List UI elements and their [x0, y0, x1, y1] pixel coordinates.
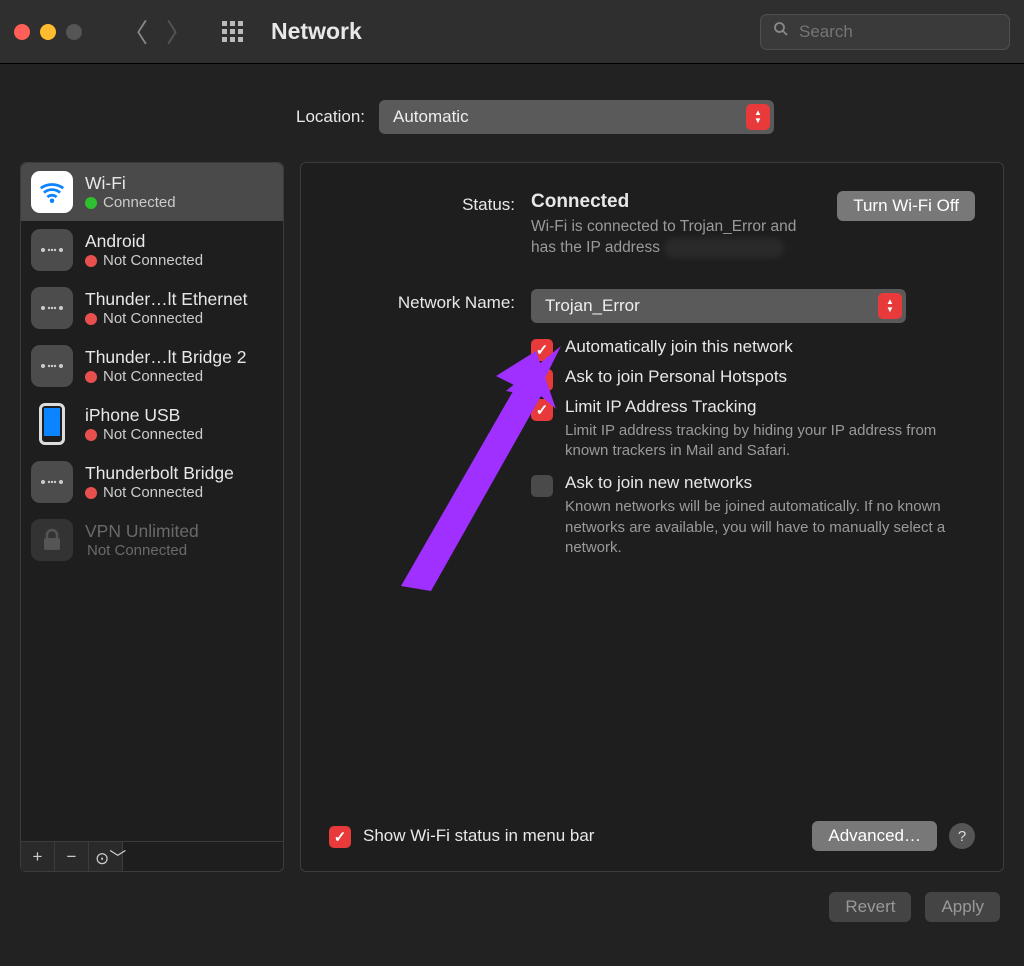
nav-arrows: 〈 〉 [122, 13, 192, 50]
location-value: Automatic [393, 107, 469, 127]
lock-icon [31, 519, 73, 561]
network-name-label: Network Name: [301, 289, 531, 313]
revert-button[interactable]: Revert [829, 892, 911, 922]
service-status: Connected [85, 194, 176, 212]
service-item-android[interactable]: Android Not Connected [21, 221, 283, 279]
close-window-button[interactable] [14, 24, 30, 40]
checkbox-description: Known networks will be joined automatica… [565, 497, 955, 558]
window-footer: Revert Apply [0, 872, 1024, 942]
remove-service-button[interactable]: − [55, 842, 89, 871]
search-icon [773, 21, 789, 42]
service-item-iphone-usb[interactable]: iPhone USB Not Connected [21, 395, 283, 453]
service-status: Not Connected [85, 368, 246, 386]
iphone-icon [39, 403, 65, 445]
minimize-window-button[interactable] [40, 24, 56, 40]
maximize-window-button[interactable] [66, 24, 82, 40]
checkbox-auto-join[interactable] [531, 339, 553, 361]
checkbox-limit-ip[interactable] [531, 399, 553, 421]
service-actions-button[interactable]: ⊙﹀ [89, 842, 123, 871]
checkbox-show-menubar[interactable] [329, 826, 351, 848]
add-service-button[interactable]: + [21, 842, 55, 871]
checkbox-ask-new[interactable] [531, 475, 553, 497]
wifi-icon [31, 171, 73, 213]
service-status: Not Connected [85, 310, 247, 328]
advanced-button[interactable]: Advanced… [812, 821, 937, 851]
service-name: Wi-Fi [85, 173, 176, 194]
window-title: Network [271, 18, 362, 45]
service-name: VPN Unlimited [85, 521, 199, 542]
service-item-tb-bridge2[interactable]: Thunder…lt Bridge 2 Not Connected [21, 337, 283, 395]
service-name: Thunder…lt Bridge 2 [85, 347, 246, 368]
location-label: Location: [250, 107, 365, 127]
ethernet-icon [31, 287, 73, 329]
service-item-wifi[interactable]: Wi-Fi Connected [21, 163, 283, 221]
service-sidebar: Wi-Fi Connected Android Not Connected [20, 162, 284, 872]
service-item-vpn[interactable]: VPN Unlimited Not Connected [21, 511, 283, 569]
help-button[interactable]: ? [949, 823, 975, 849]
service-name: Thunder…lt Ethernet [85, 289, 247, 310]
location-select[interactable]: Automatic ▲▼ [379, 100, 774, 134]
service-name: iPhone USB [85, 405, 203, 426]
service-list: Wi-Fi Connected Android Not Connected [21, 163, 283, 841]
status-description: Wi-Fi is connected to Trojan_Error and h… [531, 217, 817, 259]
checkbox-ask-hotspot[interactable] [531, 369, 553, 391]
wifi-toggle-button[interactable]: Turn Wi-Fi Off [837, 191, 975, 221]
search-field[interactable] [760, 14, 1010, 50]
titlebar: 〈 〉 Network [0, 0, 1024, 64]
checkbox-label: Show Wi-Fi status in menu bar [363, 826, 800, 846]
checkbox-label: Limit IP Address Tracking [565, 397, 955, 417]
stepper-icon: ▲▼ [878, 293, 902, 319]
ethernet-icon [31, 461, 73, 503]
service-status: Not Connected [85, 252, 203, 270]
detail-panel: Status: Connected Wi-Fi is connected to … [300, 162, 1004, 872]
network-name-select[interactable]: Trojan_Error ▲▼ [531, 289, 906, 323]
sidebar-footer: + − ⊙﹀ [21, 841, 283, 871]
service-name: Thunderbolt Bridge [85, 463, 234, 484]
checkbox-label: Ask to join Personal Hotspots [565, 367, 787, 387]
checkbox-description: Limit IP address tracking by hiding your… [565, 421, 955, 462]
forward-button[interactable]: 〉 [166, 13, 192, 50]
show-all-icon[interactable] [222, 21, 243, 42]
search-input[interactable] [797, 21, 997, 43]
service-item-tb-ethernet[interactable]: Thunder…lt Ethernet Not Connected [21, 279, 283, 337]
ethernet-icon [31, 229, 73, 271]
stepper-icon: ▲▼ [746, 104, 770, 130]
apply-button[interactable]: Apply [925, 892, 1000, 922]
ethernet-icon [31, 345, 73, 387]
status-dot-red [85, 255, 97, 267]
network-name-value: Trojan_Error [545, 296, 640, 316]
status-label: Status: [301, 191, 531, 215]
checkbox-label: Automatically join this network [565, 337, 793, 357]
checkbox-label: Ask to join new networks [565, 473, 955, 493]
status-dot-green [85, 197, 97, 209]
back-button[interactable]: 〈 [122, 13, 148, 50]
service-name: Android [85, 231, 203, 252]
service-item-tb-bridge[interactable]: Thunderbolt Bridge Not Connected [21, 453, 283, 511]
service-status: Not Connected [85, 484, 234, 502]
service-status: Not Connected [85, 426, 203, 444]
window-controls [14, 24, 82, 40]
redacted-ip [664, 238, 784, 258]
service-status: Not Connected [85, 542, 199, 560]
status-value: Connected [531, 191, 817, 213]
